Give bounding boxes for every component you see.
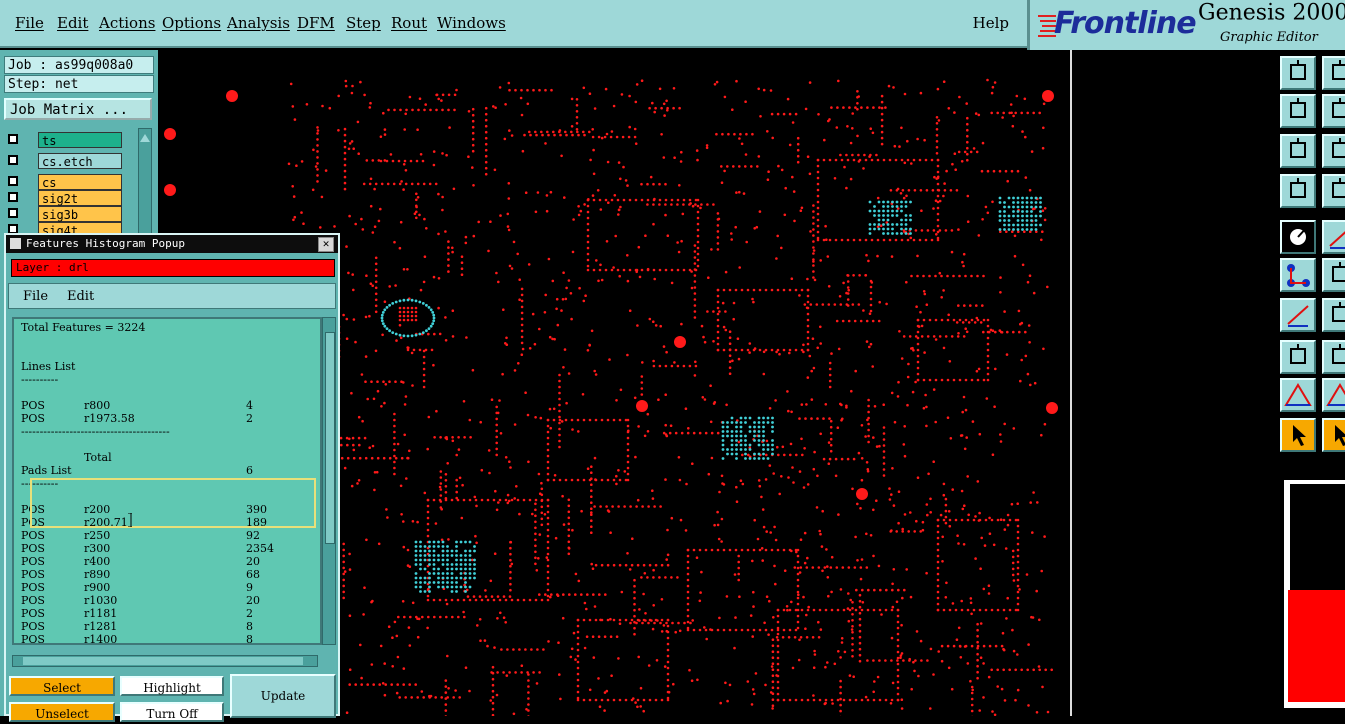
menu-analysis[interactable]: Analysis <box>227 14 290 32</box>
line-icon[interactable] <box>1322 220 1345 254</box>
menu-edit[interactable]: Edit <box>57 14 88 32</box>
net-icon[interactable] <box>1280 220 1316 254</box>
menubar: File Edit Actions Options Analysis DFM S… <box>0 0 1027 48</box>
load-icon[interactable] <box>1280 56 1316 90</box>
popup-menu-edit[interactable]: Edit <box>67 289 94 304</box>
layer-list: tscs.etchcssig2tsig3bsig4t <box>4 128 136 238</box>
scroll-thumb-horizontal[interactable] <box>23 657 303 665</box>
product-subtitle: Graphic Editor <box>1220 30 1318 45</box>
menu-step[interactable]: Step <box>346 14 381 32</box>
job-matrix-button[interactable]: Job Matrix ... <box>4 98 152 120</box>
features-histogram-popup: Features Histogram Popup ✕ Layer : drl F… <box>4 233 340 716</box>
zoom-area-icon[interactable] <box>1322 134 1345 168</box>
product-name: Genesis 2000° <box>1198 0 1345 25</box>
pad-icon[interactable] <box>1280 340 1316 374</box>
grid-icon[interactable] <box>1322 174 1345 208</box>
layer-row[interactable]: ts <box>4 132 136 148</box>
step-icon[interactable] <box>1280 94 1316 128</box>
layer-checkbox[interactable] <box>8 134 18 144</box>
popup-menu-file[interactable]: File <box>23 289 48 304</box>
lines-total-separator: ---------------------------------------- <box>21 425 170 438</box>
menu-options[interactable]: Options <box>162 14 221 32</box>
layer-label[interactable]: sig2t <box>38 190 122 206</box>
layer-preview[interactable] <box>1280 470 1345 716</box>
turn-off-button[interactable]: Turn Off <box>120 702 224 722</box>
layer-label[interactable]: cs <box>38 174 122 190</box>
zoom-fit-icon[interactable] <box>1280 134 1316 168</box>
report-horizontal-scrollbar[interactable] <box>12 655 318 667</box>
preview-fill <box>1288 590 1345 702</box>
open-icon[interactable] <box>1322 56 1345 90</box>
arc-icon[interactable] <box>1322 298 1345 332</box>
brand-name: Frontline <box>1054 6 1196 41</box>
layer-checkbox[interactable] <box>8 192 18 202</box>
popup-menubar: File Edit <box>8 283 336 309</box>
window-menu-icon[interactable] <box>10 238 21 249</box>
layer-row[interactable]: cs.etch <box>4 153 136 169</box>
layer-label[interactable]: sig3b <box>38 206 122 222</box>
layer-row[interactable]: sig2t <box>4 190 136 206</box>
layer-checkbox[interactable] <box>8 208 18 218</box>
select-icon[interactable] <box>1322 418 1345 452</box>
select-button[interactable]: Select <box>9 676 115 696</box>
menu-rout[interactable]: Rout <box>391 14 427 32</box>
layer-row[interactable]: cs <box>4 174 136 190</box>
lines-separator: ---------- <box>21 373 58 386</box>
triangle-icon[interactable] <box>1280 378 1316 412</box>
layer-row[interactable]: sig3b <box>4 206 136 222</box>
menu-dfm[interactable]: DFM <box>297 14 335 32</box>
pads-list-header: Pads List <box>21 464 72 477</box>
scroll-up-icon[interactable] <box>139 132 151 144</box>
route-icon[interactable] <box>1280 298 1316 332</box>
total-features: Total Features = 3224 <box>21 321 145 334</box>
split-icon[interactable] <box>1322 340 1345 374</box>
unselect-button[interactable]: Unselect <box>9 702 115 722</box>
layer-checkbox[interactable] <box>8 176 18 186</box>
connect-icon[interactable] <box>1280 258 1316 292</box>
lines-list-header: Lines List <box>21 360 75 373</box>
scroll-thumb[interactable] <box>325 332 335 544</box>
highlight-button[interactable]: Highlight <box>120 676 224 696</box>
update-button[interactable]: Update <box>230 674 336 718</box>
selection-highlight <box>30 478 316 528</box>
menu-windows[interactable]: Windows <box>437 14 506 32</box>
layer-checkbox[interactable] <box>8 155 18 165</box>
canvas-divider <box>1070 50 1072 716</box>
layer-list-scrollbar[interactable] <box>138 128 152 238</box>
logo-area: Frontline Genesis 2000° Graphic Editor <box>1027 0 1345 50</box>
text-cursor-icon <box>128 513 132 527</box>
menu-actions[interactable]: Actions <box>99 14 155 32</box>
job-label: Job : as99q008a0 <box>4 56 154 74</box>
layer-indicator: Layer : drl <box>11 259 335 277</box>
popup-titlebar[interactable]: Features Histogram Popup ✕ <box>6 235 338 253</box>
menu-help[interactable]: Help <box>973 14 1009 32</box>
report-vertical-scrollbar[interactable] <box>322 317 336 645</box>
popup-title: Features Histogram Popup <box>26 235 185 253</box>
delta-icon[interactable] <box>1322 378 1345 412</box>
window-icon[interactable] <box>1322 94 1345 128</box>
menu-file[interactable]: File <box>15 14 44 32</box>
layer-label[interactable]: ts <box>38 132 122 148</box>
layer-label[interactable]: cs.etch <box>38 153 122 169</box>
step-label: Step: net <box>4 75 154 93</box>
close-button[interactable]: ✕ <box>318 237 334 252</box>
cross-icon[interactable] <box>1322 258 1345 292</box>
preview-board-outline <box>1290 484 1345 590</box>
pointer-icon[interactable] <box>1280 418 1316 452</box>
measure-icon[interactable] <box>1280 174 1316 208</box>
